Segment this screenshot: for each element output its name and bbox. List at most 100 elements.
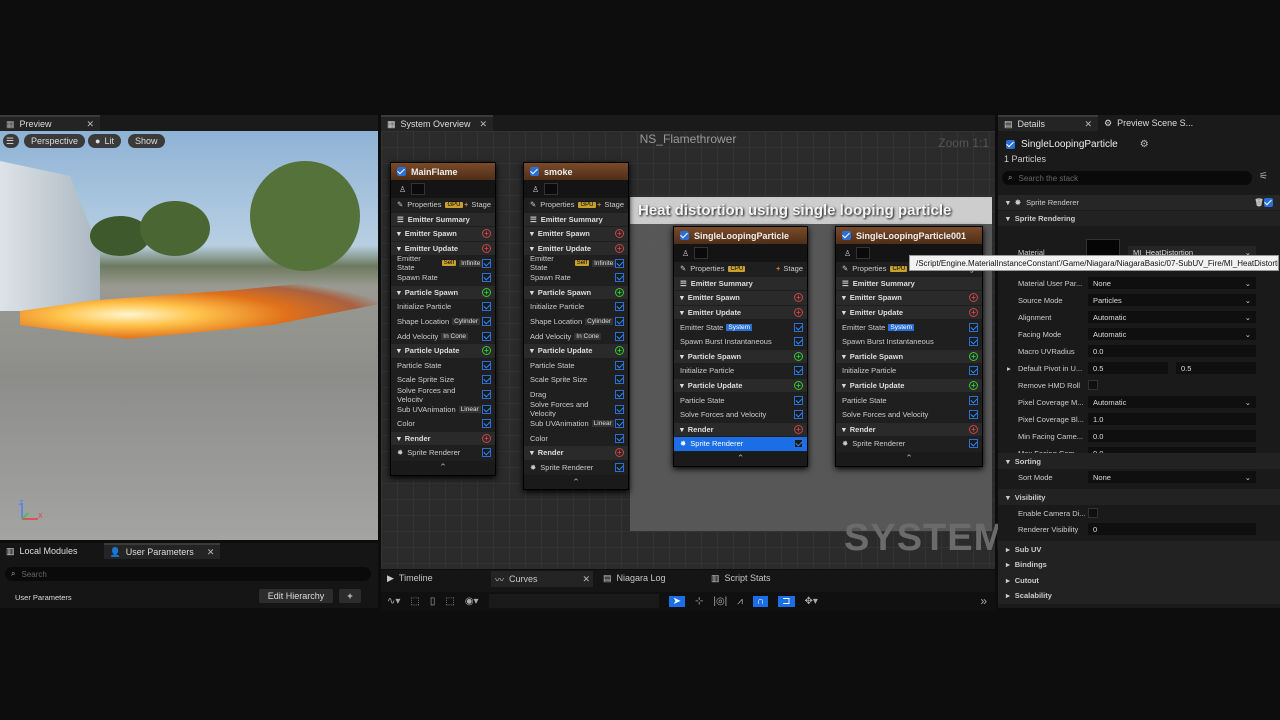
emitter-summary-row[interactable]: ☰ Emitter Summary bbox=[524, 212, 628, 228]
node-header[interactable]: SingleLoopingParticle bbox=[674, 227, 807, 244]
enabled-checkbox[interactable] bbox=[794, 322, 803, 332]
enable-camera-checkbox[interactable] bbox=[1088, 508, 1098, 518]
collapsed-section[interactable]: ▸ Bindings bbox=[998, 556, 1280, 573]
enabled-checkbox[interactable] bbox=[793, 410, 803, 420]
sorting-section[interactable]: ▾ Sorting bbox=[998, 453, 1280, 469]
emitter-node-mainflame[interactable]: MainFlame ♙ ✎ Properties GPU + Stage ☰ Emitter S… bbox=[390, 162, 496, 476]
curve-tool-icon[interactable]: ⩘ bbox=[737, 596, 743, 607]
enabled-checkbox[interactable] bbox=[794, 439, 803, 449]
module-row[interactable]: Spawn Burst Instantaneous bbox=[674, 334, 807, 350]
stage-row[interactable]: ▾ Emitter Spawn + bbox=[524, 227, 628, 242]
module-row[interactable]: Emitter State System bbox=[674, 320, 807, 335]
tab-user-parameters[interactable]: 👤 User Parameters ✕ bbox=[103, 543, 221, 559]
stage-row[interactable]: ▾ Particle Spawn + bbox=[391, 285, 495, 301]
module-row[interactable]: Shape Location Cylinder bbox=[391, 314, 495, 330]
stage-row[interactable]: ▾ Emitter Spawn + bbox=[391, 227, 495, 242]
node-header[interactable]: MainFlame bbox=[391, 163, 495, 180]
tab-timeline[interactable]: ▶ Timeline bbox=[387, 573, 433, 584]
enabled-checkbox[interactable] bbox=[615, 375, 624, 385]
add-module-icon[interactable]: + bbox=[794, 308, 803, 318]
property-dropdown[interactable]: Particles ⌄ bbox=[1088, 294, 1256, 306]
emitter-node-singleloopingparticle[interactable]: SingleLoopingParticle ♙ ✎ Properties CPU + Sta… bbox=[673, 226, 808, 467]
stage-row[interactable]: ▾ Emitter Spawn + bbox=[674, 291, 807, 306]
emitter-node-smoke[interactable]: smoke ♙ ✎ Properties GPU + Stage ☰ Emitter Summa… bbox=[523, 162, 629, 491]
add-module-icon[interactable]: + bbox=[615, 229, 624, 239]
frame-icon[interactable]: ⬚ bbox=[445, 596, 454, 607]
stage-row[interactable]: ▾ Emitter Update + bbox=[836, 305, 982, 321]
close-icon[interactable]: ✕ bbox=[480, 119, 488, 130]
add-module-icon[interactable]: + bbox=[615, 448, 624, 458]
enabled-checkbox[interactable] bbox=[615, 404, 624, 414]
viewport[interactable]: ☰ Perspective ● Lit Show Z X bbox=[0, 131, 378, 540]
emitter-enabled-checkbox[interactable] bbox=[680, 231, 689, 240]
module-row[interactable]: Initialize Particle bbox=[524, 300, 628, 315]
module-row[interactable]: Initialize Particle bbox=[836, 364, 982, 379]
properties-row[interactable]: ✎ Properties GPU + Stage bbox=[391, 198, 495, 213]
emitter-summary-row[interactable]: ☰ Emitter Summary bbox=[674, 276, 807, 292]
enabled-checkbox[interactable] bbox=[615, 258, 624, 268]
enabled-checkbox[interactable] bbox=[968, 395, 978, 405]
menu-icon[interactable]: ☰ bbox=[3, 134, 19, 148]
stage-row[interactable]: ▾ Emitter Spawn + bbox=[836, 291, 982, 306]
add-module-icon[interactable]: + bbox=[969, 308, 978, 318]
stage-row[interactable]: ▾ Render + bbox=[524, 446, 628, 461]
stage-row[interactable]: ▾ Particle Update + bbox=[524, 343, 628, 359]
edit-hierarchy-button[interactable]: Edit Hierarchy bbox=[259, 589, 333, 603]
module-row[interactable]: Spawn Burst Instantaneous bbox=[836, 334, 982, 350]
enabled-checkbox[interactable] bbox=[614, 273, 624, 283]
property-field[interactable]: 0.0 bbox=[1088, 430, 1256, 442]
tab-preview[interactable]: ▦ Preview ✕ bbox=[0, 115, 100, 131]
user-params-search[interactable]: ⌕ Search bbox=[5, 567, 371, 581]
add-module-icon[interactable]: + bbox=[794, 424, 803, 434]
module-row[interactable]: Solve Forces and Velocity bbox=[836, 407, 982, 423]
enabled-checkbox[interactable] bbox=[482, 448, 491, 458]
enabled-checkbox[interactable] bbox=[969, 322, 978, 332]
stage-row[interactable]: ▾ Particle Update + bbox=[391, 343, 495, 359]
add-module-icon[interactable]: + bbox=[794, 351, 803, 361]
enabled-checkbox[interactable] bbox=[614, 317, 624, 327]
lit-button[interactable]: ● Lit bbox=[88, 134, 121, 148]
tab-local-modules[interactable]: ▥ Local Modules bbox=[0, 543, 84, 559]
stage-group[interactable]: +Stage bbox=[776, 264, 803, 273]
stage-group[interactable]: +Stage bbox=[464, 200, 491, 209]
stage-row[interactable]: ▾ Render + bbox=[836, 422, 982, 438]
enabled-checkbox[interactable] bbox=[968, 410, 978, 420]
tab-script-stats[interactable]: ▥ Script Stats bbox=[711, 573, 771, 584]
enabled-checkbox[interactable] bbox=[614, 419, 624, 429]
module-row[interactable]: Sub UVAnimation Linear bbox=[524, 416, 628, 432]
property-dropdown[interactable]: Automatic ⌄ bbox=[1088, 396, 1256, 408]
snap-time-icon[interactable]: ⊐ bbox=[778, 595, 795, 607]
emitter-enabled-checkbox[interactable] bbox=[842, 231, 851, 240]
enabled-checkbox[interactable] bbox=[614, 302, 624, 312]
add-module-icon[interactable]: + bbox=[794, 293, 803, 303]
stack-search[interactable]: ⌕ Search the stack bbox=[1002, 171, 1252, 185]
tab-preview-scene-settings[interactable]: ⚙ Preview Scene S... bbox=[1098, 115, 1199, 131]
stage-row[interactable]: ▾ Render + bbox=[674, 422, 807, 438]
property-dropdown[interactable]: Automatic ⌄ bbox=[1088, 328, 1256, 340]
module-row[interactable]: Color bbox=[524, 431, 628, 447]
enabled-checkbox[interactable] bbox=[793, 366, 803, 376]
module-row[interactable]: Solve Forces and Velocity bbox=[391, 386, 495, 404]
add-module-icon[interactable]: + bbox=[482, 287, 491, 297]
pointer-tool-icon[interactable]: ➤ bbox=[668, 595, 685, 607]
move-icon[interactable]: ✥▾ bbox=[805, 596, 818, 607]
stage-row[interactable]: ▾ Particle Update + bbox=[836, 378, 982, 394]
stage-group[interactable]: +Stage bbox=[597, 200, 624, 209]
emitter-enabled-checkbox[interactable] bbox=[1006, 140, 1015, 149]
enabled-checkbox[interactable] bbox=[481, 317, 491, 327]
enabled-checkbox[interactable] bbox=[482, 390, 491, 400]
module-row[interactable]: Particle State bbox=[674, 393, 807, 408]
show-button[interactable]: Show bbox=[128, 134, 165, 148]
enabled-checkbox[interactable] bbox=[481, 273, 491, 283]
module-row[interactable]: Particle State bbox=[524, 358, 628, 374]
enabled-checkbox[interactable] bbox=[482, 258, 491, 268]
enabled-checkbox[interactable] bbox=[481, 302, 491, 312]
curve-mode-icon[interactable]: ∿▾ bbox=[387, 596, 400, 607]
renderer-visibility-field[interactable]: 0 bbox=[1088, 523, 1256, 535]
renderer-enabled-checkbox[interactable] bbox=[1264, 198, 1273, 207]
add-module-icon[interactable]: + bbox=[615, 244, 624, 254]
renderer-row[interactable]: ✸ Sprite Renderer bbox=[836, 437, 982, 452]
sort-mode-dropdown[interactable]: None ⌄ bbox=[1088, 471, 1256, 483]
view-icon[interactable]: ◉▾ bbox=[465, 596, 479, 607]
emitter-summary-row[interactable]: ☰ Emitter Summary bbox=[836, 276, 982, 292]
